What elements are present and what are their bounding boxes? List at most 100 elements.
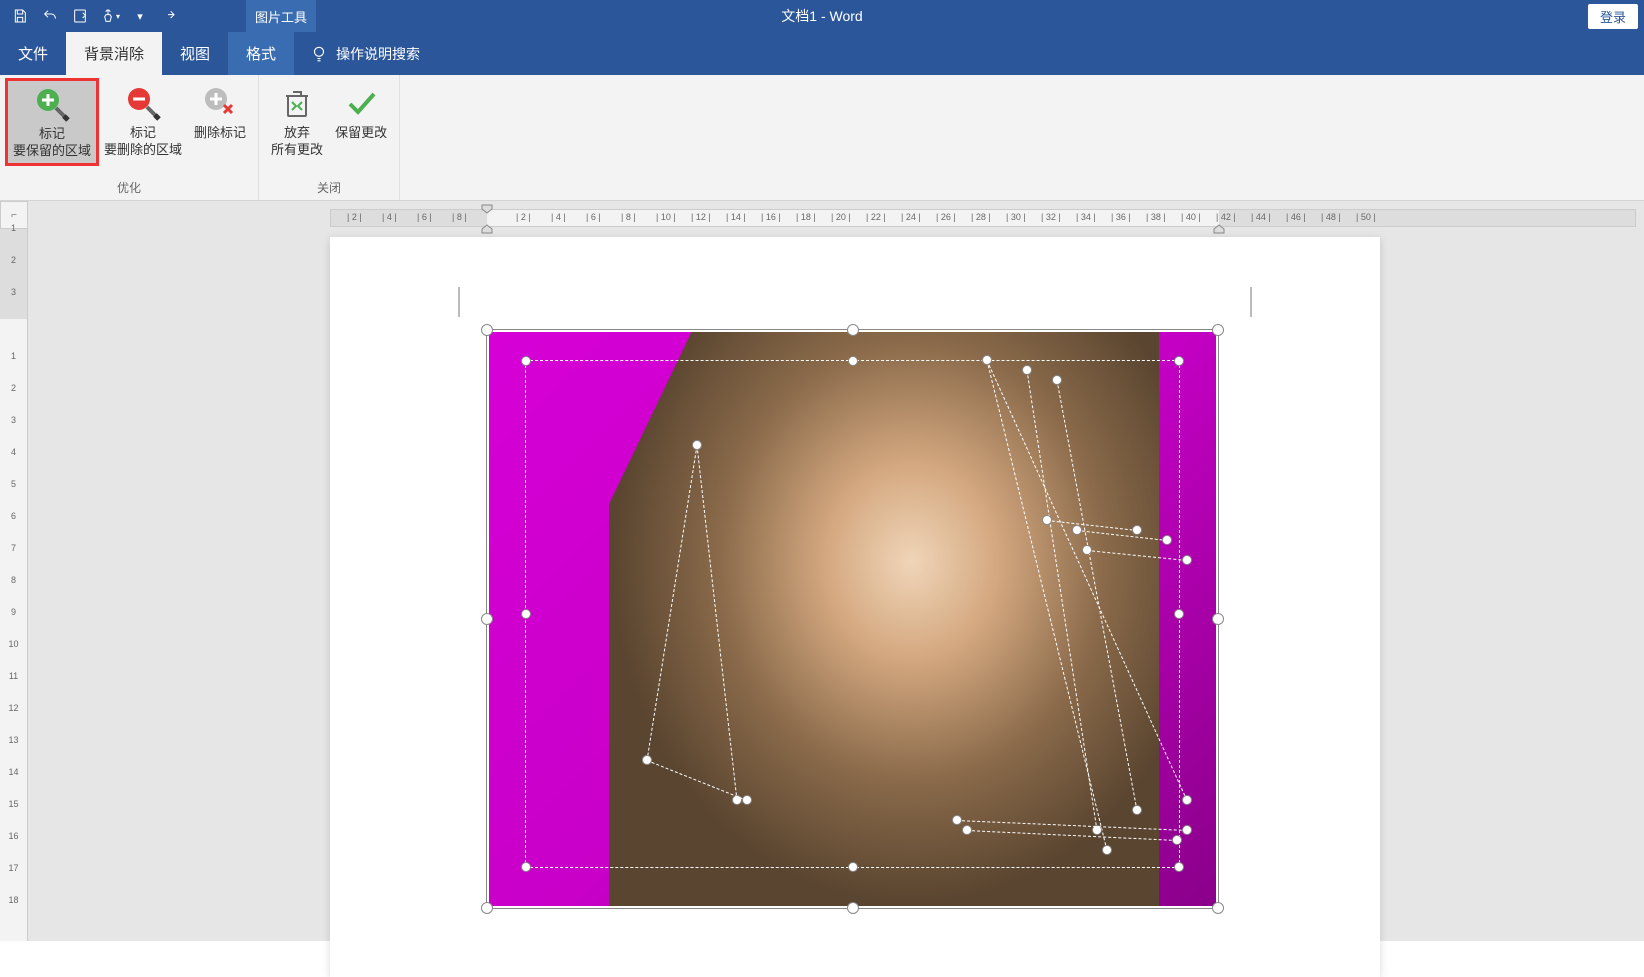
hruler-tick: | 46 | [1286, 212, 1306, 222]
vruler-tick: 9 [0, 607, 27, 617]
trash-icon [277, 83, 317, 123]
discard-l2: 所有更改 [271, 142, 323, 159]
mark-endpoint[interactable] [1022, 365, 1032, 375]
mark-endpoint[interactable] [1072, 525, 1082, 535]
horizontal-ruler-wrap: | 8 || 6 || 4 || 2 || 2 || 4 || 6 || 8 |… [330, 209, 1636, 231]
quick-access-toolbar: ▾ ▾ [6, 2, 184, 30]
hruler-tick: | 4 | [382, 212, 397, 222]
save-button[interactable] [6, 2, 34, 30]
hruler-tick: | 24 | [901, 212, 921, 222]
mark-endpoint[interactable] [1182, 795, 1192, 805]
mark-endpoint[interactable] [1132, 525, 1142, 535]
tab-file[interactable]: 文件 [0, 32, 66, 75]
mark-endpoint[interactable] [1042, 515, 1052, 525]
title-bar: ▾ ▾ 图片工具 文档1 - Word 登录 [0, 0, 1644, 32]
resize-handle-tl[interactable] [481, 324, 493, 336]
hruler-tick: | 6 | [417, 212, 432, 222]
vruler-tick: 4 [0, 447, 27, 457]
tab-view[interactable]: 视图 [162, 32, 228, 75]
selected-image[interactable] [486, 329, 1219, 909]
resize-handle-br[interactable] [1212, 902, 1224, 914]
document-workspace: ⌐ 321123456789101112131415161718 | 8 || … [0, 201, 1644, 941]
mark-endpoint[interactable] [962, 825, 972, 835]
discard-changes-button[interactable]: 放弃 所有更改 [265, 79, 329, 163]
hruler-tick: | 12 | [691, 212, 711, 222]
mark-endpoint[interactable] [742, 795, 752, 805]
plus-pencil-icon [32, 84, 72, 124]
indent-bottom-marker-icon[interactable] [481, 224, 493, 234]
delete-mark-button[interactable]: 删除标记 [188, 79, 252, 146]
hruler-tick: | 22 | [866, 212, 886, 222]
qat-customize-button[interactable]: ▾ [126, 2, 154, 30]
vruler-tick: 3 [0, 287, 27, 297]
mark-endpoint[interactable] [1052, 375, 1062, 385]
customize-icon: ▾ [137, 10, 143, 23]
hruler-tick: | 10 | [656, 212, 676, 222]
vruler-tick: 3 [0, 415, 27, 425]
mark-keep-button[interactable]: 标记 要保留的区域 [6, 79, 98, 165]
ribbon-tabs: 文件 背景消除 视图 格式 操作说明搜索 [0, 32, 1644, 75]
horizontal-ruler[interactable]: | 8 || 6 || 4 || 2 || 2 || 4 || 6 || 8 |… [330, 209, 1636, 227]
document-page[interactable] [330, 237, 1380, 977]
vruler-tick: 6 [0, 511, 27, 521]
vruler-tick: 1 [0, 223, 27, 233]
login-button[interactable]: 登录 [1588, 4, 1638, 29]
keep-changes-button[interactable]: 保留更改 [329, 79, 393, 146]
tab-format[interactable]: 格式 [228, 32, 294, 75]
vruler-tick: 15 [0, 799, 27, 809]
resize-handle-bl[interactable] [481, 902, 493, 914]
hruler-tick: | 28 | [971, 212, 991, 222]
ribbon-group-refine: 标记 要保留的区域 标记 要删除的区域 删除标记 优化 [0, 75, 259, 200]
undo-button[interactable] [36, 2, 64, 30]
mark-endpoint[interactable] [1102, 845, 1112, 855]
hruler-tick: | 30 | [1006, 212, 1026, 222]
vruler-tick: 2 [0, 255, 27, 265]
mark-endpoint[interactable] [1172, 835, 1182, 845]
touch-mode-button[interactable]: ▾ [96, 2, 124, 30]
indent-top-marker-icon[interactable] [481, 204, 493, 214]
vruler-tick: 12 [0, 703, 27, 713]
resize-handle-bm[interactable] [847, 902, 859, 914]
mark-endpoint[interactable] [1182, 825, 1192, 835]
hruler-tick: | 32 | [1041, 212, 1061, 222]
vruler-tick: 8 [0, 575, 27, 585]
right-indent-marker-icon[interactable] [1213, 224, 1225, 234]
quickprint-button[interactable] [66, 2, 94, 30]
resize-handle-tr[interactable] [1212, 324, 1224, 336]
mark-endpoint[interactable] [1162, 535, 1172, 545]
touch-icon [100, 8, 116, 24]
tab-background-removal[interactable]: 背景消除 [66, 32, 162, 75]
mark-endpoint[interactable] [1132, 805, 1142, 815]
mark-endpoint[interactable] [1082, 545, 1092, 555]
mark-endpoint[interactable] [642, 755, 652, 765]
vruler-tick: 10 [0, 639, 27, 649]
vertical-ruler[interactable]: 321123456789101112131415161718 [0, 229, 28, 941]
mark-endpoint[interactable] [1182, 555, 1192, 565]
hruler-tick: | 8 | [621, 212, 636, 222]
mark-endpoint[interactable] [982, 355, 992, 365]
hruler-tick: | 36 | [1111, 212, 1131, 222]
vruler-tick: 13 [0, 735, 27, 745]
marquee-selection[interactable] [525, 360, 1180, 868]
mark-endpoint[interactable] [692, 440, 702, 450]
context-tool-label: 图片工具 [246, 0, 316, 32]
vruler-tick: 2 [0, 383, 27, 393]
discard-l1: 放弃 [284, 125, 310, 142]
resize-handle-tm[interactable] [847, 324, 859, 336]
hruler-tick: | 26 | [936, 212, 956, 222]
tell-me-search[interactable]: 操作说明搜索 [294, 32, 436, 75]
keep-label: 保留更改 [335, 125, 387, 142]
hruler-tick: | 2 | [347, 212, 362, 222]
hruler-tick: | 48 | [1321, 212, 1341, 222]
mark-endpoint[interactable] [952, 815, 962, 825]
mark-remove-button[interactable]: 标记 要删除的区域 [98, 79, 188, 163]
redo-button[interactable] [156, 2, 184, 30]
ribbon-group-close: 放弃 所有更改 保留更改 关闭 [259, 75, 400, 200]
resize-handle-mr[interactable] [1212, 613, 1224, 625]
mark-keep-l1: 标记 [39, 126, 65, 143]
hruler-tick: | 8 | [452, 212, 467, 222]
hruler-tick: | 6 | [586, 212, 601, 222]
tell-me-label: 操作说明搜索 [336, 44, 420, 64]
mark-keep-l2: 要保留的区域 [13, 143, 91, 160]
resize-handle-ml[interactable] [481, 613, 493, 625]
